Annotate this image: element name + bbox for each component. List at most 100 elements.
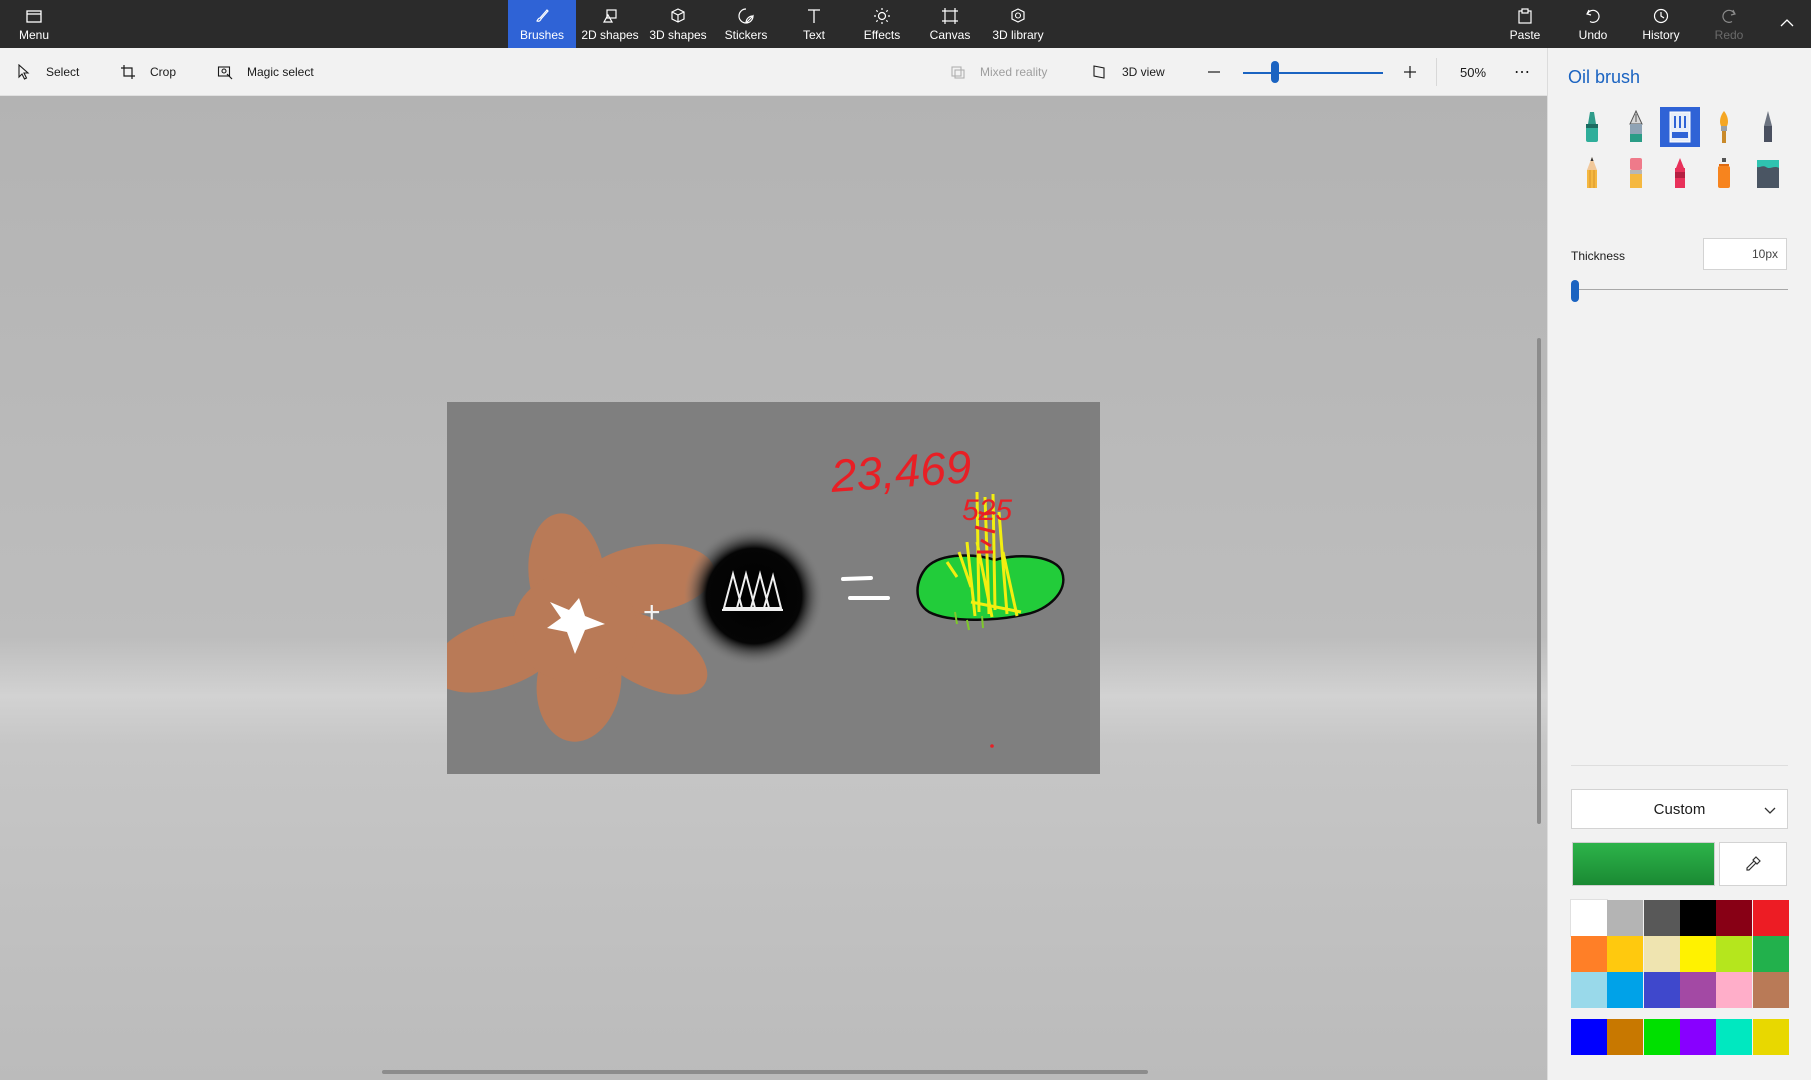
crop-icon xyxy=(121,65,135,79)
custom-color-swatch[interactable] xyxy=(1571,1019,1607,1055)
undo-button[interactable]: Undo xyxy=(1559,0,1627,48)
brush-panel: Oil brush Thickness 10px Custom xyxy=(1547,48,1811,1080)
palette-swatch[interactable] xyxy=(1752,972,1789,1008)
sun-icon xyxy=(874,7,890,24)
thickness-input[interactable]: 10px xyxy=(1703,238,1787,270)
brush-crayon[interactable] xyxy=(1660,153,1700,193)
custom-color-swatch[interactable] xyxy=(1716,1019,1753,1055)
brush-pixel-pen[interactable] xyxy=(1748,107,1788,147)
custom-color-swatch[interactable] xyxy=(1607,1019,1644,1055)
crop-label: Crop xyxy=(150,65,177,79)
zoom-level[interactable]: 50% xyxy=(1460,48,1486,96)
paste-button[interactable]: Paste xyxy=(1491,0,1559,48)
palette-swatch[interactable] xyxy=(1679,972,1716,1008)
tab-3d-library[interactable]: 3D library xyxy=(984,0,1052,48)
magic-select-button[interactable]: Magic select xyxy=(217,48,314,96)
palette-swatch[interactable] xyxy=(1643,936,1680,972)
brush-eraser[interactable] xyxy=(1616,153,1656,193)
zoom-out-button[interactable] xyxy=(1206,48,1222,96)
thickness-slider-thumb[interactable] xyxy=(1571,280,1579,302)
custom-color-swatch[interactable] xyxy=(1679,1019,1716,1055)
red-numbers-drawing-2: 525 xyxy=(962,494,1012,527)
palette-swatch[interactable] xyxy=(1571,936,1607,972)
thickness-slider-track[interactable] xyxy=(1571,289,1788,290)
zoom-slider-thumb[interactable] xyxy=(1271,61,1279,83)
tab-label: 2D shapes xyxy=(581,27,639,42)
spray-can-icon xyxy=(1718,158,1730,188)
tab-text[interactable]: Text xyxy=(780,0,848,48)
mixed-reality-button[interactable]: Mixed reality xyxy=(950,48,1047,96)
more-options-button[interactable]: ⋯ xyxy=(1514,48,1530,96)
mixed-reality-icon xyxy=(951,66,965,79)
tab-label: Canvas xyxy=(929,27,971,42)
palette-swatch[interactable] xyxy=(1679,900,1716,936)
brush-spray-can[interactable] xyxy=(1704,153,1744,193)
collapse-ribbon-button[interactable] xyxy=(1763,0,1811,48)
tab-3d-shapes[interactable]: 3D shapes xyxy=(644,0,712,48)
palette-swatch[interactable] xyxy=(1643,900,1680,936)
redo-button[interactable]: Redo xyxy=(1695,0,1763,48)
toolbar-divider xyxy=(1436,58,1437,86)
eyedropper-button[interactable] xyxy=(1719,842,1787,886)
tab-2d-shapes[interactable]: 2D shapes xyxy=(576,0,644,48)
fill-bucket-icon xyxy=(1757,160,1779,188)
current-color-preview[interactable] xyxy=(1572,842,1715,886)
zoom-slider-track[interactable] xyxy=(1243,72,1383,74)
brush-fill[interactable] xyxy=(1748,153,1788,193)
brush-calligraphy-pen[interactable] xyxy=(1616,107,1656,147)
vertical-scrollbar[interactable] xyxy=(1537,338,1541,824)
custom-color-swatch[interactable] xyxy=(1643,1019,1680,1055)
palette-swatch[interactable] xyxy=(1716,900,1753,936)
palette-swatch[interactable] xyxy=(1716,972,1753,1008)
chevron-down-icon xyxy=(1764,807,1776,814)
cube-icon xyxy=(671,7,685,23)
palette-swatch[interactable] xyxy=(1752,900,1789,936)
history-button[interactable]: History xyxy=(1627,0,1695,48)
tab-label: 3D library xyxy=(992,27,1044,42)
palette-swatch[interactable] xyxy=(1607,900,1644,936)
3d-view-button[interactable]: 3D view xyxy=(1092,48,1165,96)
brush-pencil[interactable] xyxy=(1572,153,1612,193)
history-icon xyxy=(1653,8,1669,23)
zoom-in-button[interactable] xyxy=(1402,48,1418,96)
watercolor-icon xyxy=(1720,111,1728,143)
red-dot-drawing xyxy=(990,744,994,748)
brush-oil[interactable] xyxy=(1660,107,1700,147)
palette-swatch[interactable] xyxy=(1571,972,1607,1008)
sticker-icon xyxy=(738,7,754,24)
palette-swatch[interactable] xyxy=(1716,936,1753,972)
magic-select-label: Magic select xyxy=(247,65,314,79)
palette-swatch[interactable] xyxy=(1607,972,1644,1008)
calligraphy-pen-icon xyxy=(1629,110,1643,142)
palette-swatch[interactable] xyxy=(1607,936,1644,972)
tab-canvas[interactable]: Canvas xyxy=(916,0,984,48)
2d-shapes-icon xyxy=(602,8,617,23)
palette-swatch[interactable] xyxy=(1643,972,1680,1008)
paste-label: Paste xyxy=(1509,27,1541,42)
palette-swatch[interactable] xyxy=(1679,936,1716,972)
menu-label: Menu xyxy=(18,27,50,42)
color-mode-dropdown[interactable]: Custom xyxy=(1571,789,1788,829)
select-label: Select xyxy=(46,65,80,79)
3d-library-icon xyxy=(1011,7,1025,23)
folder-icon xyxy=(26,9,42,23)
menu-button[interactable]: Menu xyxy=(0,0,68,48)
brush-watercolor[interactable] xyxy=(1704,107,1744,147)
redo-icon xyxy=(1722,9,1736,23)
select-button[interactable]: Select xyxy=(16,48,79,96)
panel-title: Oil brush xyxy=(1568,67,1641,87)
crop-button[interactable]: Crop xyxy=(120,48,176,96)
palette-swatch[interactable] xyxy=(1570,899,1608,937)
drawing-canvas[interactable]: + 23,469 525 xyxy=(447,402,1100,774)
redo-label: Redo xyxy=(1714,27,1744,42)
brush-icon xyxy=(536,8,549,22)
tab-stickers[interactable]: Stickers xyxy=(712,0,780,48)
tab-brushes[interactable]: Brushes xyxy=(508,0,576,48)
custom-color-swatch[interactable] xyxy=(1752,1019,1789,1055)
horizontal-scrollbar[interactable] xyxy=(382,1070,1148,1074)
palette-swatch[interactable] xyxy=(1752,936,1789,972)
brush-marker[interactable] xyxy=(1572,107,1612,147)
eyedropper-icon xyxy=(1746,856,1761,871)
color-mode-label: Custom xyxy=(1653,800,1706,818)
tab-effects[interactable]: Effects xyxy=(848,0,916,48)
